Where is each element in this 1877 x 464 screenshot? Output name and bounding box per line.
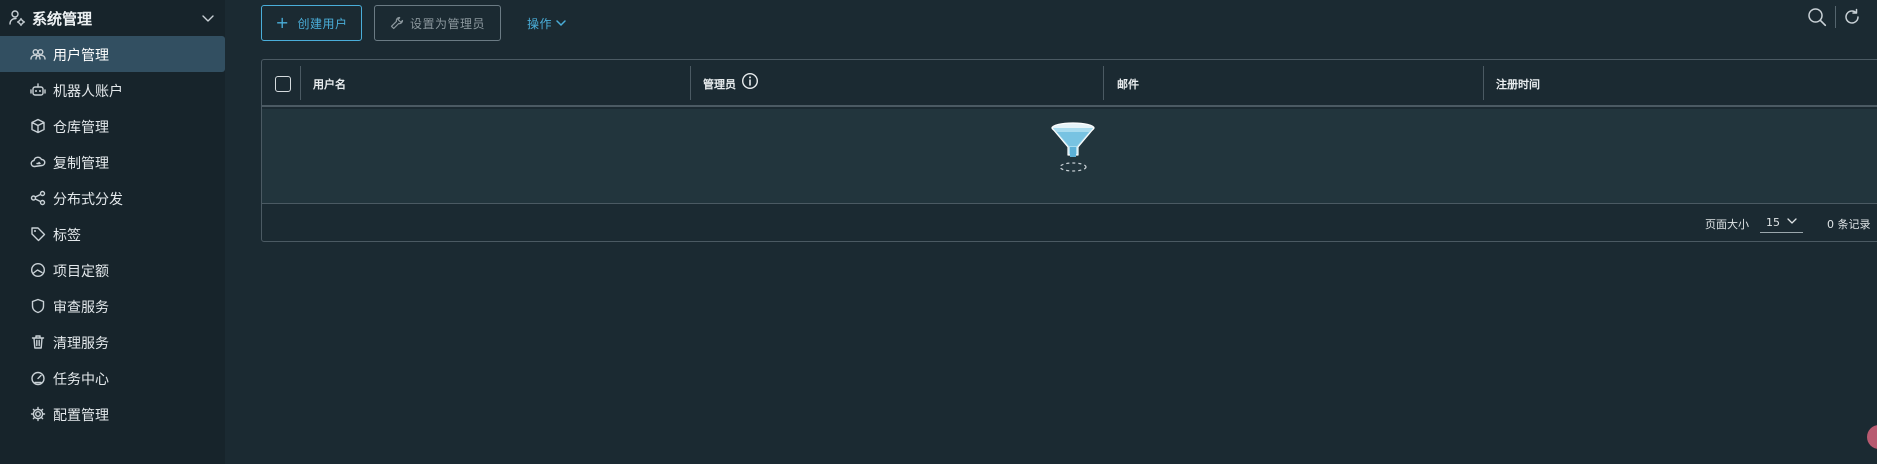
sidebar-item-clean-up[interactable]: 清理服务 <box>0 324 225 360</box>
sidebar-item-label: 项目定额 <box>53 264 109 280</box>
sidebar-item-users[interactable]: 用户管理 <box>0 36 225 72</box>
page-size-label: 页面大小 <box>1705 218 1749 231</box>
box-icon <box>30 118 46 134</box>
refresh-icon[interactable] <box>1843 8 1861 26</box>
gear-icon <box>30 406 46 422</box>
column-divider[interactable] <box>1103 66 1104 100</box>
users-datagrid: 用户名 管理员 邮件 注册时间 页面大小 15 0 条记录 <box>261 59 1877 242</box>
dashboard-icon <box>30 262 46 278</box>
set-admin-label: 设置为管理员 <box>409 16 485 31</box>
column-divider[interactable] <box>1483 66 1484 100</box>
sidebar: 系统管理 用户管理 机器人账户 仓库管理 复制管理 分布式分发 标签 项目定额 … <box>0 0 225 464</box>
sidebar-item-label: 复制管理 <box>53 156 109 172</box>
gauge-icon <box>30 370 46 386</box>
create-user-label: 创建用户 <box>297 16 348 31</box>
sidebar-item-configuration[interactable]: 配置管理 <box>0 396 225 432</box>
select-all-checkbox[interactable] <box>275 76 291 92</box>
datagrid-footer: 页面大小 15 0 条记录 <box>262 205 1877 242</box>
sidebar-item-label: 机器人账户 <box>53 84 123 100</box>
chevron-down-icon <box>555 17 567 29</box>
create-user-button[interactable]: + 创建用户 <box>261 5 362 41</box>
info-icon[interactable] <box>741 72 759 90</box>
sidebar-group-system-admin[interactable]: 系统管理 <box>0 0 225 36</box>
sidebar-item-label: 审查服务 <box>53 300 109 316</box>
sidebar-item-replication[interactable]: 复制管理 <box>0 144 225 180</box>
tag-icon <box>30 226 46 242</box>
sidebar-item-label: 标签 <box>53 228 81 244</box>
sidebar-group-label: 系统管理 <box>32 10 93 28</box>
sidebar-item-label: 仓库管理 <box>53 120 109 136</box>
actions-dropdown[interactable]: 操作 <box>527 5 573 41</box>
page-size-select[interactable]: 15 <box>1760 213 1803 233</box>
user-settings-icon <box>8 9 26 27</box>
sidebar-item-label: 清理服务 <box>53 336 109 352</box>
sidebar-item-label: 配置管理 <box>53 408 109 424</box>
search-icon[interactable] <box>1807 7 1827 27</box>
column-header-admin[interactable]: 管理员 <box>703 76 736 92</box>
sidebar-item-label: 分布式分发 <box>53 192 123 208</box>
datagrid-empty-placeholder <box>262 109 1877 204</box>
set-admin-button[interactable]: 设置为管理员 <box>374 5 501 41</box>
page-size-value: 15 <box>1766 216 1780 229</box>
chevron-down-icon[interactable] <box>200 10 216 26</box>
empty-filter-icon <box>1049 121 1097 173</box>
sidebar-item-labels[interactable]: 标签 <box>0 216 225 252</box>
sidebar-item-job-service[interactable]: 任务中心 <box>0 360 225 396</box>
sidebar-item-label: 用户管理 <box>53 48 109 64</box>
sidebar-item-distribution[interactable]: 分布式分发 <box>0 180 225 216</box>
trash-icon <box>30 334 46 350</box>
plus-icon: + <box>275 13 290 32</box>
cloud-icon <box>30 154 46 170</box>
datagrid-header: 用户名 管理员 邮件 注册时间 <box>262 60 1877 107</box>
sidebar-item-label: 任务中心 <box>53 372 109 388</box>
shield-icon <box>30 298 46 314</box>
sidebar-item-repositories[interactable]: 仓库管理 <box>0 108 225 144</box>
wrench-icon <box>390 16 404 30</box>
column-divider[interactable] <box>690 66 691 100</box>
toolbar-divider <box>1835 6 1836 28</box>
robot-icon <box>30 82 46 98</box>
column-header-username[interactable]: 用户名 <box>313 76 346 92</box>
chevron-down-icon <box>1786 215 1798 227</box>
floating-badge[interactable] <box>1867 425 1877 449</box>
sidebar-item-project-quotas[interactable]: 项目定额 <box>0 252 225 288</box>
actions-label: 操作 <box>527 16 553 31</box>
share-icon <box>30 190 46 206</box>
column-header-registered-time[interactable]: 注册时间 <box>1496 76 1540 92</box>
users-icon <box>30 46 46 62</box>
sidebar-item-interrogation[interactable]: 审查服务 <box>0 288 225 324</box>
record-count: 0 条记录 <box>1827 218 1871 231</box>
column-header-email[interactable]: 邮件 <box>1117 76 1139 92</box>
column-divider <box>300 66 301 100</box>
sidebar-item-robot-accounts[interactable]: 机器人账户 <box>0 72 225 108</box>
